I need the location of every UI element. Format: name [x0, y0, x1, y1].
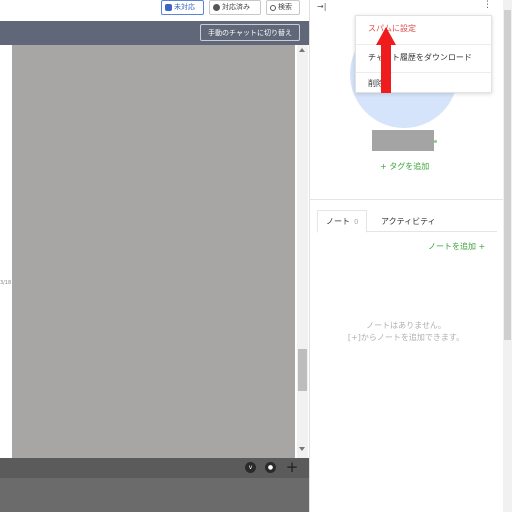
chat-icon[interactable]: ●: [265, 462, 276, 473]
note-tabs: ノート 0 アクティビティ: [317, 210, 497, 233]
scroll-down-arrow-icon[interactable]: [299, 447, 305, 451]
handled-button[interactable]: 対応済み: [209, 0, 261, 15]
manual-chat-button[interactable]: 手動のチャットに切り替え: [200, 24, 300, 41]
chat-scroll-thumb[interactable]: [298, 349, 307, 391]
v-icon[interactable]: v: [245, 462, 256, 473]
app-root: 未対応 対応済み 検索 手動のチャットに切り替え 3/18 v ● + →| ⋮…: [0, 0, 512, 512]
composer-toolbar: [0, 458, 309, 478]
add-note-link[interactable]: ノートを追加 +: [428, 241, 485, 252]
collapse-icon[interactable]: →|: [317, 2, 326, 11]
arrow-shaft: [381, 44, 391, 93]
unhandled-button[interactable]: 未対応: [161, 0, 204, 15]
plus-icon[interactable]: +: [285, 458, 299, 476]
chat-bubble-icon: [165, 4, 172, 11]
search-button[interactable]: 検索: [266, 0, 300, 15]
unhandled-label: 未対応: [174, 3, 195, 11]
more-vertical-icon[interactable]: ⋮: [483, 0, 492, 10]
redacted-message-panel: [12, 45, 295, 461]
red-arrow-annotation: [376, 27, 396, 93]
arrow-head: [376, 27, 396, 45]
tab-note[interactable]: ノート 0: [317, 210, 368, 233]
empty-notes-message: ノートはありません。: [366, 321, 446, 330]
redacted-user-name: [372, 130, 434, 151]
search-icon: [270, 4, 276, 11]
tab-note-count: 0: [354, 217, 359, 226]
side-timestamp: 3/18: [0, 280, 12, 286]
handled-label: 対応済み: [222, 3, 250, 11]
composer-area[interactable]: [0, 478, 309, 512]
scroll-up-arrow-icon[interactable]: [299, 48, 305, 52]
manual-chat-label: 手動のチャットに切り替え: [208, 28, 292, 37]
chat-bubble-icon: [213, 4, 220, 11]
detail-scroll-thumb[interactable]: [504, 10, 511, 340]
tab-activity-label: アクティビティ: [381, 216, 436, 226]
empty-notes-hint: [+]からノートを追加できます。: [347, 333, 465, 342]
tab-activity[interactable]: アクティビティ: [373, 210, 444, 232]
tab-note-label: ノート: [326, 217, 350, 226]
add-tag-link[interactable]: + タグを追加: [380, 161, 429, 172]
chat-toolbar: [0, 0, 309, 20]
status-dot: [434, 140, 437, 143]
chat-scrollbar[interactable]: [297, 45, 308, 458]
divider: [309, 199, 503, 200]
search-label: 検索: [278, 3, 292, 11]
